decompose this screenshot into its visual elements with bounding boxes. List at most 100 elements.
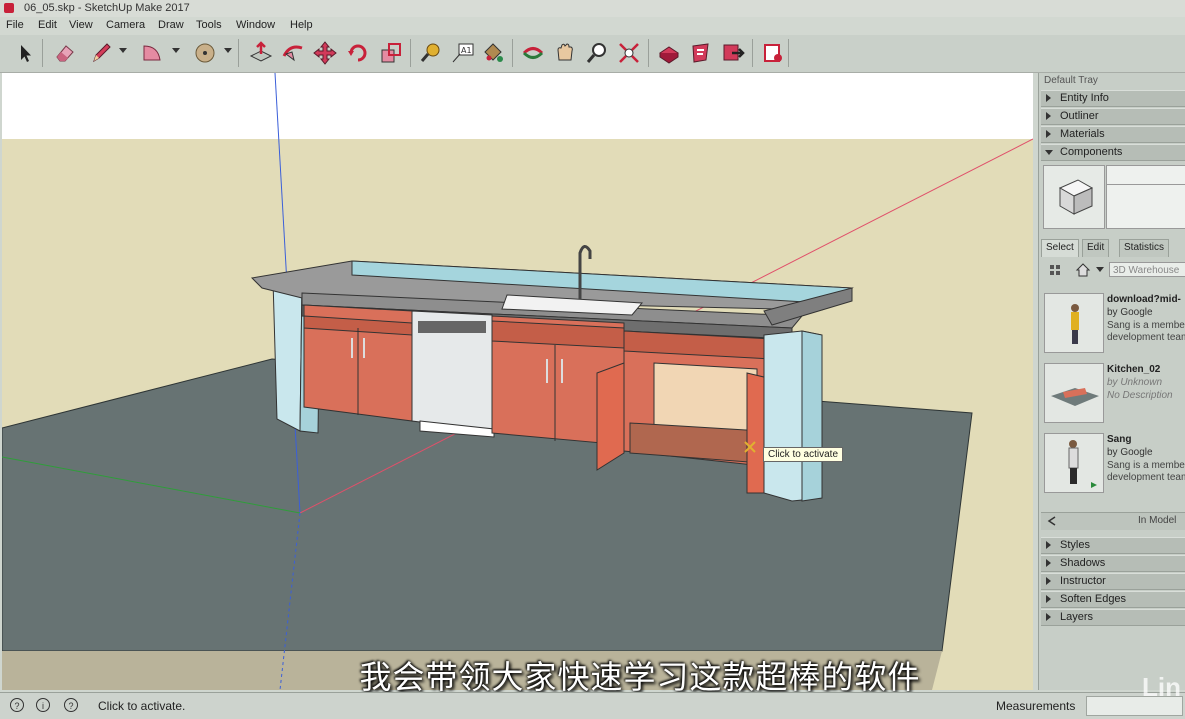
collapsed-arrow-icon (1046, 112, 1051, 120)
orbit-tool-icon[interactable] (520, 40, 546, 66)
component-author: by Google (1107, 447, 1153, 458)
menu-camera[interactable]: Camera (106, 19, 145, 31)
collapsed-arrow-icon (1046, 559, 1051, 567)
component-name-field[interactable] (1106, 165, 1185, 185)
component-author: by Google (1107, 307, 1153, 318)
pan-tool-icon[interactable] (552, 40, 578, 66)
component-description: Sang is a member development team (1107, 460, 1185, 483)
menu-draw[interactable]: Draw (158, 19, 184, 31)
tray-section-materials[interactable]: Materials (1041, 126, 1185, 143)
scale-tool-icon[interactable] (378, 40, 404, 66)
component-description: Sang is a member development team (1107, 320, 1185, 343)
share-model-icon[interactable] (720, 40, 746, 66)
list-item[interactable]: download?mid- by Google Sang is a member… (1041, 290, 1185, 354)
component-search-row: 3D Warehouse (1041, 260, 1185, 280)
pencil-tool-icon[interactable] (88, 40, 114, 66)
shape-dropdown-icon[interactable] (224, 48, 232, 53)
window-title: 06_05.skp - SketchUp Make 2017 (24, 2, 190, 14)
activate-tooltip: Click to activate (763, 447, 844, 462)
modeling-viewport[interactable] (2, 73, 1033, 690)
tray-section-styles[interactable]: Styles (1041, 537, 1185, 554)
arc-tool-icon[interactable] (140, 40, 166, 66)
main-toolbar: A1 (0, 35, 1185, 73)
activate-cursor-icon (743, 440, 757, 454)
tray-section-outliner[interactable]: Outliner (1041, 108, 1185, 125)
paint-bucket-tool-icon[interactable] (480, 40, 506, 66)
tray-section-shadows[interactable]: Shadows (1041, 555, 1185, 572)
push-pull-tool-icon[interactable] (248, 40, 274, 66)
sketchup-app-icon (4, 3, 14, 13)
component-description-field[interactable] (1106, 184, 1185, 229)
component-thumbnail (1044, 363, 1104, 423)
warehouse-search-input[interactable]: 3D Warehouse (1109, 262, 1185, 277)
pencil-dropdown-icon[interactable] (119, 48, 127, 53)
follow-me-tool-icon[interactable] (280, 40, 306, 66)
menu-window[interactable]: Window (236, 19, 275, 31)
tray-section-instructor[interactable]: Instructor (1041, 573, 1185, 590)
collapsed-arrow-icon (1046, 130, 1051, 138)
component-title: Kitchen_02 (1107, 364, 1161, 375)
default-tray: Default Tray Entity Info Outliner Materi… (1038, 73, 1185, 690)
component-list: download?mid- by Google Sang is a member… (1041, 288, 1185, 510)
component-preview (1043, 165, 1105, 229)
component-title: download?mid- (1107, 294, 1181, 305)
measurements-label: Measurements (996, 699, 1076, 713)
tray-section-soften-edges[interactable]: Soften Edges (1041, 591, 1185, 608)
tab-statistics[interactable]: Statistics (1119, 239, 1170, 257)
tray-section-layers[interactable]: Layers (1041, 609, 1185, 626)
scene-canvas (2, 73, 1033, 690)
select-tool-icon[interactable] (12, 40, 38, 66)
extension-manager-icon[interactable] (760, 40, 786, 66)
status-hint: Click to activate. (98, 699, 186, 713)
in-model-label[interactable]: In Model (1138, 515, 1176, 526)
component-title: Sang (1107, 434, 1132, 445)
list-item[interactable]: Kitchen_02 by Unknown No Description (1041, 360, 1185, 424)
shape-tool-icon[interactable] (192, 40, 218, 66)
components-tabs: Select Edit Statistics (1041, 239, 1185, 257)
zoom-extents-tool-icon[interactable] (616, 40, 642, 66)
back-arrow-icon[interactable] (1047, 516, 1057, 526)
menu-help[interactable]: Help (290, 19, 313, 31)
component-thumbnail (1044, 433, 1104, 493)
extension-warehouse-icon[interactable] (688, 40, 714, 66)
arc-dropdown-icon[interactable] (172, 48, 180, 53)
tab-edit[interactable]: Edit (1082, 239, 1110, 257)
rotate-tool-icon[interactable] (345, 40, 371, 66)
component-author: by Unknown (1107, 377, 1163, 388)
chevron-down-icon[interactable] (1096, 267, 1104, 272)
component-thumbnail (1044, 293, 1104, 353)
collapsed-arrow-icon (1046, 577, 1051, 585)
collapsed-arrow-icon (1046, 541, 1051, 549)
in-model-row: In Model (1041, 512, 1185, 530)
zoom-tool-icon[interactable] (584, 40, 610, 66)
view-options-icon[interactable] (1049, 263, 1063, 277)
geolocation-icon[interactable]: ? (10, 698, 24, 712)
warehouse-icon[interactable] (656, 40, 682, 66)
eraser-tool-icon[interactable] (52, 40, 78, 66)
expanded-arrow-icon (1045, 150, 1053, 155)
tray-section-components[interactable]: Components (1041, 144, 1185, 161)
watermark-logo: Lin (1142, 672, 1181, 702)
menu-file[interactable]: File (6, 19, 24, 31)
component-description: No Description (1107, 390, 1173, 401)
status-bar: ? i ? Click to activate. Measurements (0, 692, 1185, 719)
tape-measure-tool-icon[interactable] (418, 40, 444, 66)
collapsed-arrow-icon (1046, 94, 1051, 102)
tray-section-entity-info[interactable]: Entity Info (1041, 90, 1185, 107)
svg-text:A1: A1 (461, 46, 472, 55)
menu-edit[interactable]: Edit (38, 19, 57, 31)
menu-tools[interactable]: Tools (196, 19, 222, 31)
title-bar: 06_05.skp - SketchUp Make 2017 (0, 0, 1185, 17)
home-icon[interactable] (1075, 262, 1091, 278)
instructor-icon[interactable]: ? (64, 698, 78, 712)
tray-title: Default Tray (1044, 75, 1098, 86)
menu-bar: File Edit View Camera Draw Tools Window … (0, 17, 1185, 35)
collapsed-arrow-icon (1046, 613, 1051, 621)
menu-view[interactable]: View (69, 19, 93, 31)
collapsed-arrow-icon (1046, 595, 1051, 603)
credits-icon[interactable]: i (36, 698, 50, 712)
list-item[interactable]: Sang by Google Sang is a member developme… (1041, 430, 1185, 494)
move-tool-icon[interactable] (312, 40, 338, 66)
text-tool-icon[interactable]: A1 (450, 40, 476, 66)
tab-select[interactable]: Select (1041, 239, 1079, 257)
